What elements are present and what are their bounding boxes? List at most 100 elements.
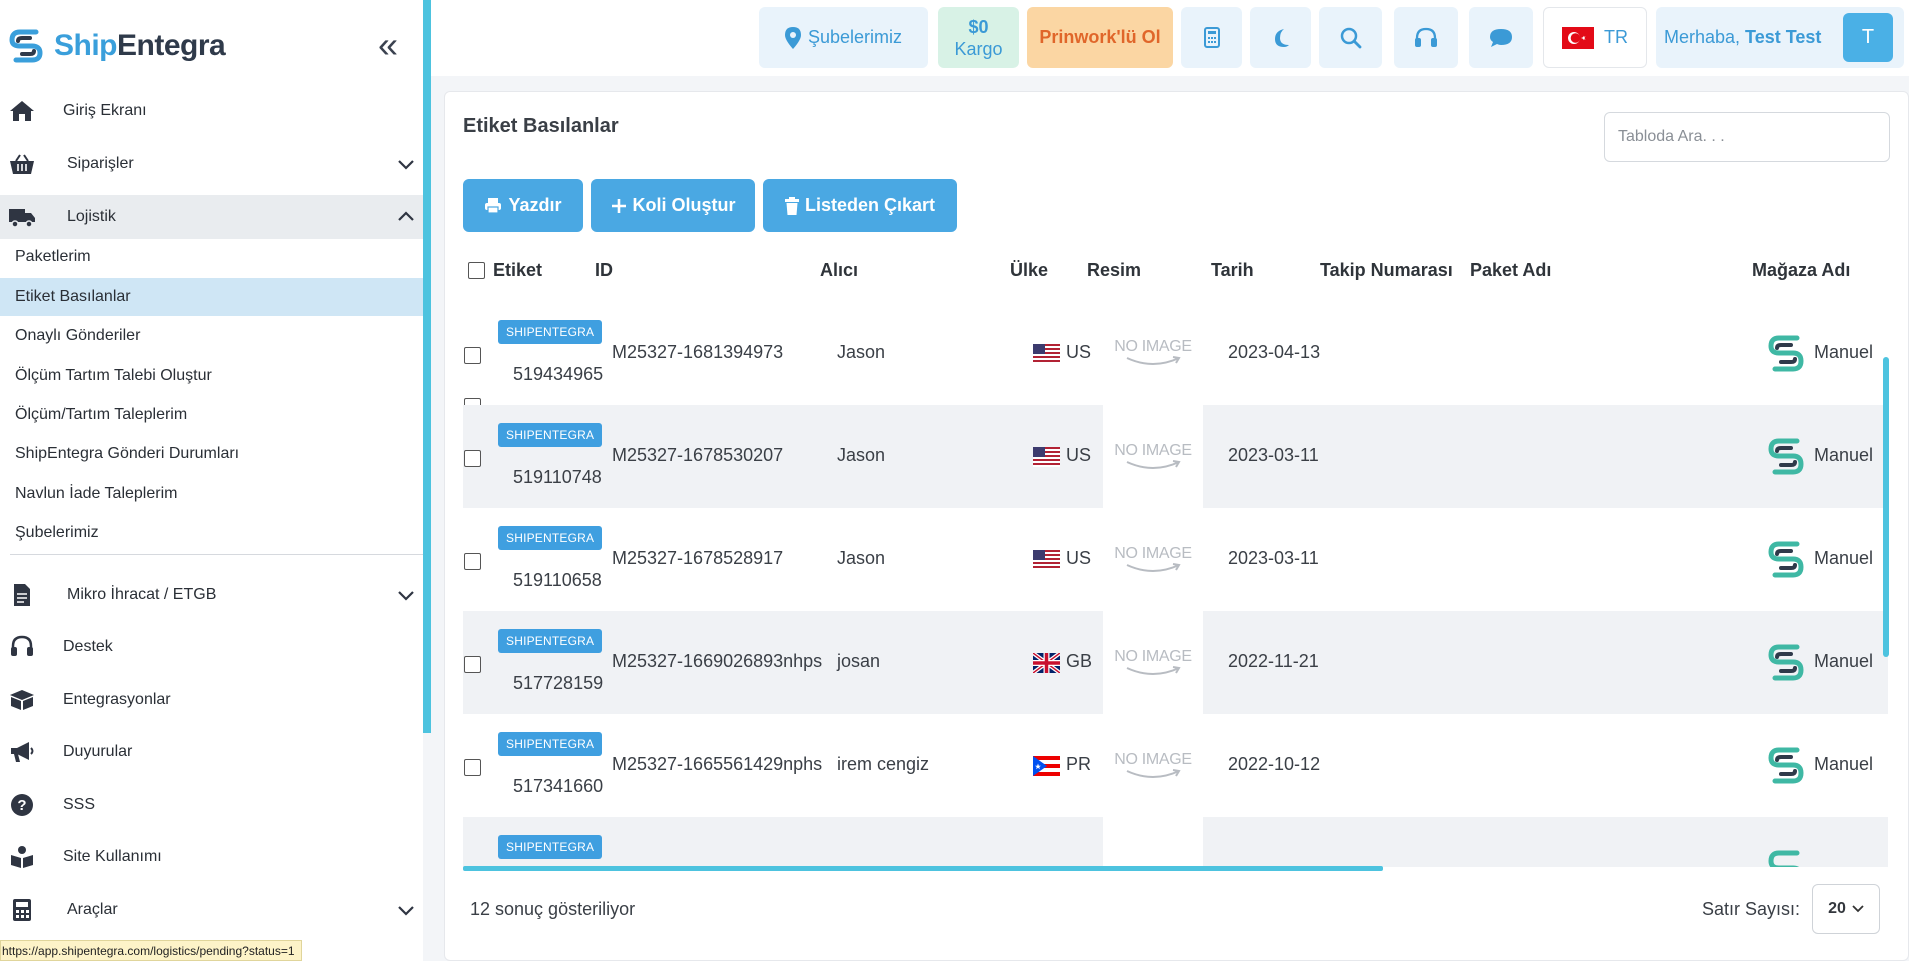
calculator-icon <box>1203 27 1220 48</box>
column-header-country[interactable]: Ülke <box>1010 260 1048 281</box>
column-header-date[interactable]: Tarih <box>1211 260 1254 281</box>
print-label: Yazdır <box>508 195 562 215</box>
sidebar-item-home[interactable]: Giriş Ekranı <box>0 89 423 133</box>
sidebar-item-label: Lojistik <box>67 208 116 225</box>
promo-button[interactable]: Prinwork'lü Ol <box>1027 7 1173 68</box>
row-checkbox[interactable] <box>464 347 481 364</box>
us-flag-icon <box>1033 447 1060 467</box>
select-all-checkbox[interactable] <box>468 262 485 279</box>
row-checkbox[interactable] <box>464 759 481 776</box>
table-row[interactable]: SHIPENTEGRA 517341660 M25327-1665561429n… <box>463 714 1888 817</box>
sidebar-item-micro-export[interactable]: Mikro İhracat / ETGB <box>0 573 423 617</box>
country-code: US <box>1066 548 1092 568</box>
sidebar-item-announcements[interactable]: Duyurular <box>0 730 423 774</box>
country-code: PR <box>1066 754 1092 774</box>
result-count: 12 sonuç gösteriliyor <box>470 899 636 919</box>
carrier-badge: SHIPENTEGRA <box>498 835 603 859</box>
chevron-down-icon <box>398 906 414 916</box>
table-row[interactable]: SHIPENTEGRA <box>463 817 1888 867</box>
order-id[interactable]: M25327-1678528917 <box>612 548 783 569</box>
sidebar-scrollbar[interactable] <box>423 0 431 733</box>
remove-label: Listeden Çıkart <box>804 195 936 215</box>
calculator-button[interactable] <box>1181 7 1242 68</box>
column-header-label[interactable]: Etiket <box>493 260 542 281</box>
sidebar-item-support[interactable]: Destek <box>0 625 423 669</box>
label-number: 517341660 <box>513 776 604 796</box>
balance-button[interactable]: $0 Kargo <box>938 7 1019 68</box>
column-header-tracking[interactable]: Takip Numarası <box>1320 260 1453 281</box>
moon-icon <box>1274 28 1289 47</box>
support-button[interactable] <box>1394 7 1458 68</box>
table-row[interactable]: SHIPENTEGRA 519110658 M25327-1678528917 … <box>463 508 1888 611</box>
table-body: SHIPENTEGRA 519434965 M25327-1681394973 … <box>463 301 1888 867</box>
column-header-package-name[interactable]: Paket Adı <box>1470 260 1551 281</box>
order-id[interactable]: M25327-1669026893nhps <box>612 651 822 672</box>
table-row[interactable]: SHIPENTEGRA 519434965 M25327-1681394973 … <box>463 302 1888 405</box>
sidebar-item-label: Araçlar <box>67 901 118 918</box>
remove-from-list-button[interactable]: Listeden Çıkart <box>763 179 957 232</box>
language-code: TR <box>1604 27 1628 47</box>
date: 2023-03-11 <box>1228 548 1319 568</box>
basket-icon <box>8 150 36 178</box>
label-number: 519434965 <box>513 364 604 384</box>
country-code: GB <box>1066 651 1093 671</box>
brand-name-part1: Ship <box>54 29 118 62</box>
avatar[interactable]: T <box>1843 13 1893 62</box>
order-id[interactable]: M25327-1678530207 <box>612 445 783 466</box>
label-number: 519110658 <box>513 570 602 590</box>
sidebar-subitem-shipment-statuses[interactable]: ShipEntegra Gönderi Durumları <box>0 435 423 473</box>
store-name: Manuel <box>1814 445 1874 465</box>
sidebar-subitem-packages[interactable]: Paketlerim <box>0 238 423 276</box>
product-image-placeholder: NO IMAGE <box>1103 714 1203 817</box>
product-image-placeholder: NO IMAGE <box>1103 508 1203 611</box>
create-box-button[interactable]: Koli Oluştur <box>591 179 755 232</box>
date: 2023-04-13 <box>1228 342 1321 362</box>
sidebar-subitem-create-measurement[interactable]: Ölçüm Tartım Talebi Oluştur <box>0 357 423 395</box>
no-image-text: NO IMAGE <box>1114 544 1192 562</box>
sidebar-item-orders[interactable]: Siparişler <box>0 142 423 186</box>
country-code: US <box>1066 342 1092 362</box>
sidebar-item-site-usage[interactable]: Site Kullanımı <box>0 835 423 879</box>
order-id[interactable]: M25327-1665561429nphs <box>612 754 822 775</box>
row-checkbox[interactable] <box>464 656 481 673</box>
chat-button[interactable] <box>1469 7 1533 68</box>
dark-mode-button[interactable] <box>1250 7 1311 68</box>
language-selector[interactable]: TR <box>1543 7 1647 68</box>
brand-name: ShipEntegra <box>54 29 226 63</box>
collapse-sidebar-icon[interactable]: « <box>378 27 398 63</box>
label-number: 519110748 <box>513 467 602 487</box>
vertical-scrollbar[interactable] <box>1883 357 1889 657</box>
sidebar-item-integrations[interactable]: Entegrasyonlar <box>0 678 423 722</box>
row-checkbox[interactable] <box>464 450 481 467</box>
column-header-recipient[interactable]: Alıcı <box>820 260 858 281</box>
column-header-id[interactable]: ID <box>595 260 613 281</box>
headset-icon <box>8 633 36 661</box>
sidebar-subitem-freight-returns[interactable]: Navlun İade Taleplerim <box>0 475 423 513</box>
search-button[interactable] <box>1319 7 1382 68</box>
column-header-image[interactable]: Resim <box>1087 260 1141 281</box>
brand-logo[interactable]: ShipEntegra <box>8 26 226 66</box>
sidebar-subitem-approved-shipments[interactable]: Onaylı Gönderiler <box>0 317 423 355</box>
recipient-name: Jason <box>837 548 886 568</box>
column-header-store-name[interactable]: Mağaza Adı <box>1752 260 1850 281</box>
sidebar-item-tools[interactable]: Araçlar <box>0 888 423 932</box>
sidebar-subitem-measurement-requests[interactable]: Ölçüm/Tartım Taleplerim <box>0 396 423 434</box>
top-bar: Şubelerimiz $0 Kargo Prinwork'lü Ol TR M… <box>431 0 1909 76</box>
home-icon <box>8 97 36 125</box>
sidebar-item-faq[interactable]: ? SSS <box>0 783 423 827</box>
order-id[interactable]: M25327-1681394973 <box>612 342 783 363</box>
branches-button[interactable]: Şubelerimiz <box>759 7 928 68</box>
table-search-input[interactable] <box>1604 112 1890 162</box>
product-image-placeholder: NO IMAGE <box>1103 302 1203 404</box>
sidebar-subitem-branches[interactable]: Şubelerimiz <box>0 514 423 552</box>
horizontal-scrollbar[interactable] <box>463 866 1383 871</box>
sidebar-item-logistics[interactable]: Lojistik <box>0 195 423 239</box>
rows-per-page-select[interactable]: 20 <box>1812 884 1880 934</box>
table-row[interactable]: SHIPENTEGRA 517728159 M25327-1669026893n… <box>463 611 1888 714</box>
print-button[interactable]: Yazdır <box>463 179 583 232</box>
table-row[interactable]: SHIPENTEGRA 519110748 M25327-1678530207 … <box>463 405 1888 508</box>
plus-icon <box>611 198 626 213</box>
row-checkbox[interactable] <box>464 553 481 570</box>
sidebar-subitem-printed-labels[interactable]: Etiket Basılanlar <box>0 278 423 316</box>
rows-per-page-value: 20 <box>1828 900 1846 917</box>
